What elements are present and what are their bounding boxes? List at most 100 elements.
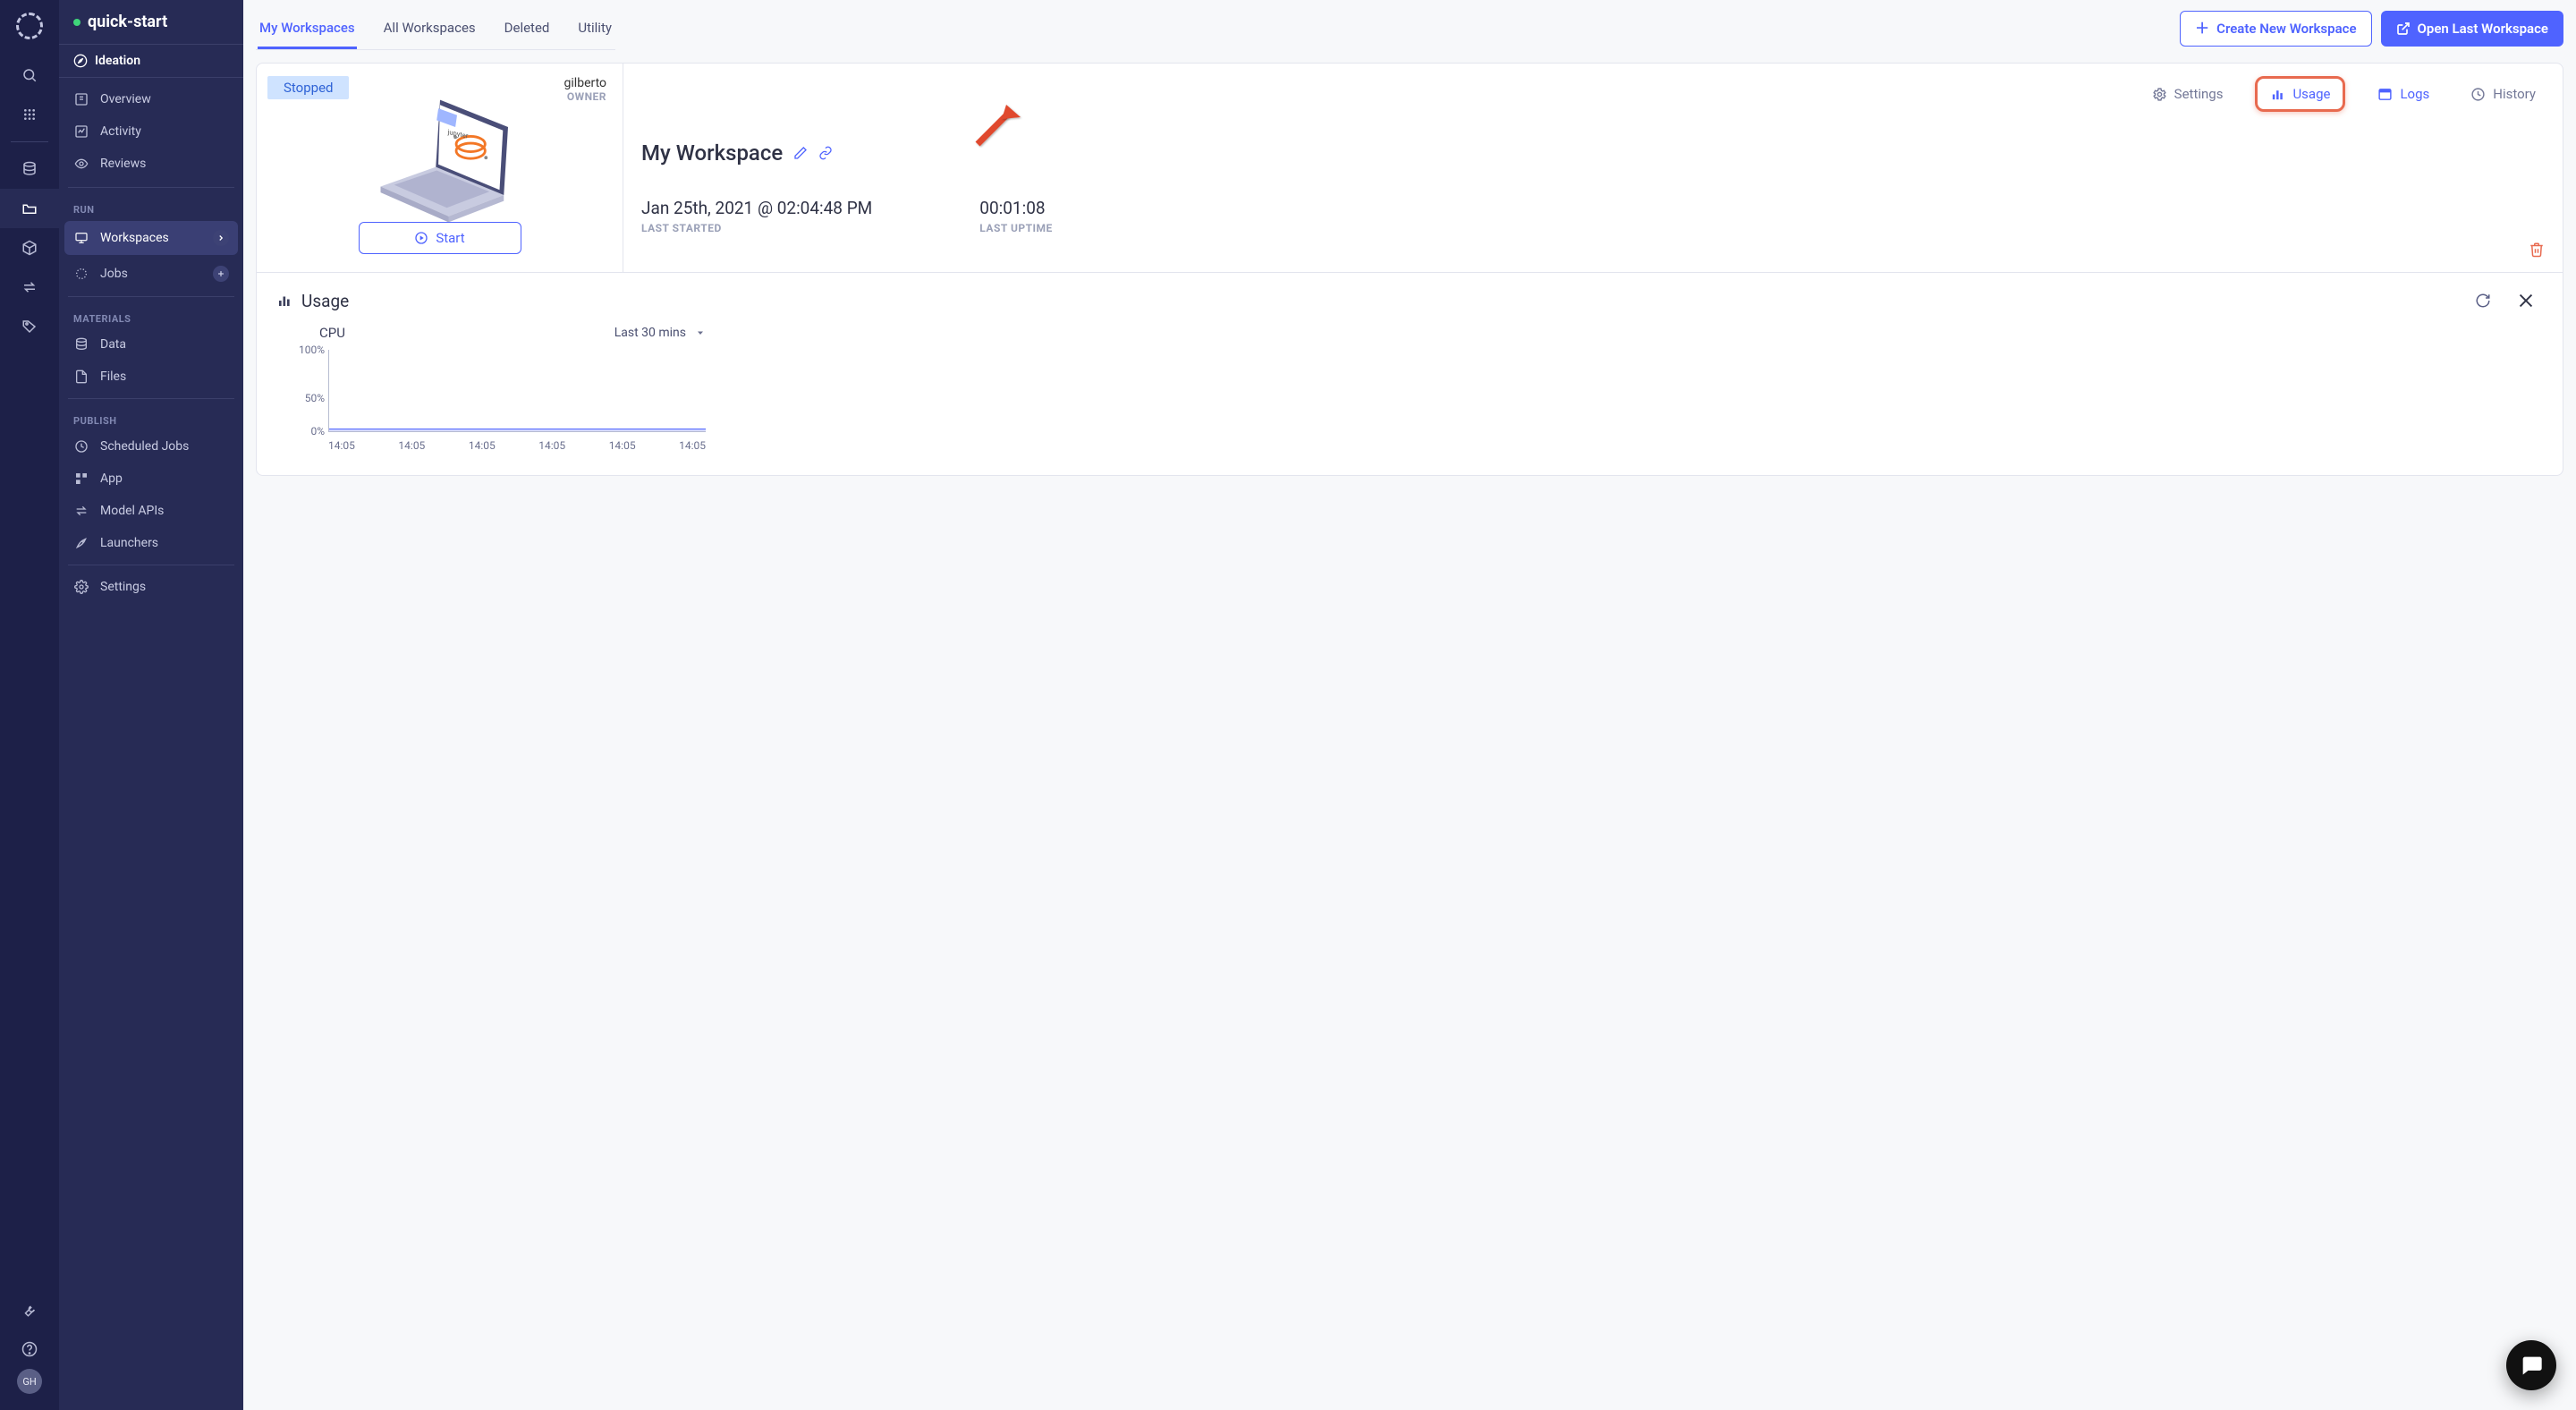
delete-button[interactable]	[2529, 242, 2545, 258]
project-name: quick-start	[88, 13, 167, 31]
sidebar-item-label: Jobs	[100, 267, 128, 281]
sidebar-item-files[interactable]: Files	[59, 361, 243, 393]
last-started-label: LAST STARTED	[641, 222, 872, 234]
sidebar-item-jobs[interactable]: Jobs	[59, 257, 243, 291]
sidebar-item-settings[interactable]: Settings	[59, 571, 243, 603]
rail-database[interactable]	[0, 149, 59, 189]
detail-tabs: Settings Usage Logs History	[641, 76, 2545, 112]
owner-role: OWNER	[564, 90, 606, 103]
x-tick: 14:05	[609, 439, 636, 452]
laptop-illustration: jupyter	[355, 83, 525, 222]
file-icon	[73, 369, 89, 384]
rail-cube[interactable]	[0, 228, 59, 268]
rail-help[interactable]	[0, 1329, 59, 1369]
range-selector[interactable]: Last 30 mins	[614, 326, 706, 340]
link-icon[interactable]	[818, 146, 833, 160]
sidebar-item-label: Data	[100, 337, 126, 352]
refresh-button[interactable]	[2468, 289, 2498, 312]
tab-utility[interactable]: Utility	[576, 7, 614, 49]
open-last-workspace-button[interactable]: Open Last Workspace	[2381, 11, 2563, 47]
edit-icon[interactable]	[793, 146, 808, 160]
rocket-icon	[73, 536, 89, 550]
monitor-icon	[73, 231, 89, 245]
trash-icon	[2529, 242, 2545, 258]
plus-icon[interactable]	[213, 266, 229, 282]
uptime-value: 00:01:08	[979, 198, 1053, 218]
button-label: Start	[436, 230, 464, 246]
button-label: Open Last Workspace	[2418, 21, 2548, 37]
sidebar-item-overview[interactable]: Overview	[59, 83, 243, 115]
button-label: Create New Workspace	[2216, 21, 2356, 37]
sidebar-item-label: Reviews	[100, 157, 146, 171]
tag-icon	[21, 319, 38, 335]
sidebar-item-activity[interactable]: Activity	[59, 115, 243, 148]
workspace-card: Stopped gilberto OWNER	[256, 63, 2563, 476]
sidebar-item-label: Files	[100, 369, 126, 384]
rail-search[interactable]	[0, 55, 59, 95]
chat-icon	[2519, 1353, 2544, 1378]
tab-deleted[interactable]: Deleted	[503, 7, 552, 49]
plot-area	[328, 350, 706, 432]
sidebar-heading-run: RUN	[59, 193, 243, 219]
search-icon	[21, 67, 38, 83]
chart-title: CPU	[319, 325, 345, 341]
sidebar-item-reviews[interactable]: Reviews	[59, 148, 243, 180]
owner-name: gilberto	[564, 76, 606, 90]
swap-icon	[21, 279, 38, 295]
sidebar-heading-materials: MATERIALS	[59, 302, 243, 328]
spinner-icon	[73, 267, 89, 281]
window-icon	[2377, 87, 2393, 102]
y-tick: 100%	[285, 344, 325, 356]
bar-chart-icon	[276, 293, 292, 309]
sidebar-item-scheduled-jobs[interactable]: Scheduled Jobs	[59, 430, 243, 463]
project-section-row[interactable]: Ideation	[59, 44, 243, 78]
project-title-row[interactable]: quick-start	[59, 0, 243, 44]
close-button[interactable]	[2509, 287, 2543, 314]
status-badge: Stopped	[267, 76, 349, 99]
icon-rail: GH	[0, 0, 59, 1410]
database-icon	[73, 337, 89, 352]
sidebar-item-label: Launchers	[100, 536, 158, 550]
detail-tab-history[interactable]: History	[2462, 81, 2545, 107]
tab-all-workspaces[interactable]: All Workspaces	[382, 7, 478, 49]
sidebar-item-model-apis[interactable]: Model APIs	[59, 495, 243, 527]
detail-tab-usage[interactable]: Usage	[2255, 76, 2345, 112]
sidebar-item-label: Overview	[100, 92, 151, 106]
create-workspace-button[interactable]: ＋ Create New Workspace	[2180, 11, 2371, 47]
detail-tab-settings[interactable]: Settings	[2143, 81, 2233, 107]
chevron-right-icon	[213, 230, 229, 246]
user-avatar[interactable]: GH	[17, 1369, 42, 1394]
sidebar-item-app[interactable]: App	[59, 463, 243, 495]
sidebar-item-launchers[interactable]: Launchers	[59, 527, 243, 559]
sidebar-item-workspaces[interactable]: Workspaces	[64, 221, 238, 255]
grid-icon	[22, 107, 37, 122]
cube-icon	[21, 240, 38, 256]
workspace-preview: Stopped gilberto OWNER	[257, 64, 623, 272]
rail-tag[interactable]	[0, 307, 59, 346]
sidebar-item-label: Settings	[100, 580, 146, 594]
rail-transfer[interactable]	[0, 268, 59, 307]
sidebar-item-label: Model APIs	[100, 504, 164, 518]
app-logo[interactable]	[16, 13, 43, 39]
help-icon	[21, 1341, 38, 1357]
rail-admin[interactable]	[0, 1290, 59, 1329]
usage-panel: Usage CPU Last 30 mins	[257, 272, 2563, 475]
top-tabs: My Workspaces All Workspaces Deleted Uti…	[256, 7, 615, 50]
sidebar-item-label: Scheduled Jobs	[100, 439, 189, 454]
y-tick: 50%	[285, 392, 325, 404]
wrench-icon	[21, 1302, 38, 1318]
plus-icon: ＋	[2195, 21, 2209, 36]
tab-my-workspaces[interactable]: My Workspaces	[258, 7, 357, 49]
sidebar-heading-publish: PUBLISH	[59, 404, 243, 430]
intercom-launcher[interactable]	[2506, 1340, 2556, 1390]
rail-folder[interactable]	[0, 189, 59, 228]
rail-apps[interactable]	[0, 95, 59, 134]
eye-icon	[73, 157, 89, 171]
detail-tab-logs[interactable]: Logs	[2368, 81, 2438, 107]
sidebar-item-data[interactable]: Data	[59, 328, 243, 361]
y-tick: 0%	[285, 425, 325, 437]
cpu-chart: CPU Last 30 mins 100% 50% 0%	[276, 325, 706, 452]
start-button[interactable]: Start	[359, 222, 521, 254]
project-section: Ideation	[95, 54, 140, 68]
chevron-down-icon	[695, 327, 706, 338]
